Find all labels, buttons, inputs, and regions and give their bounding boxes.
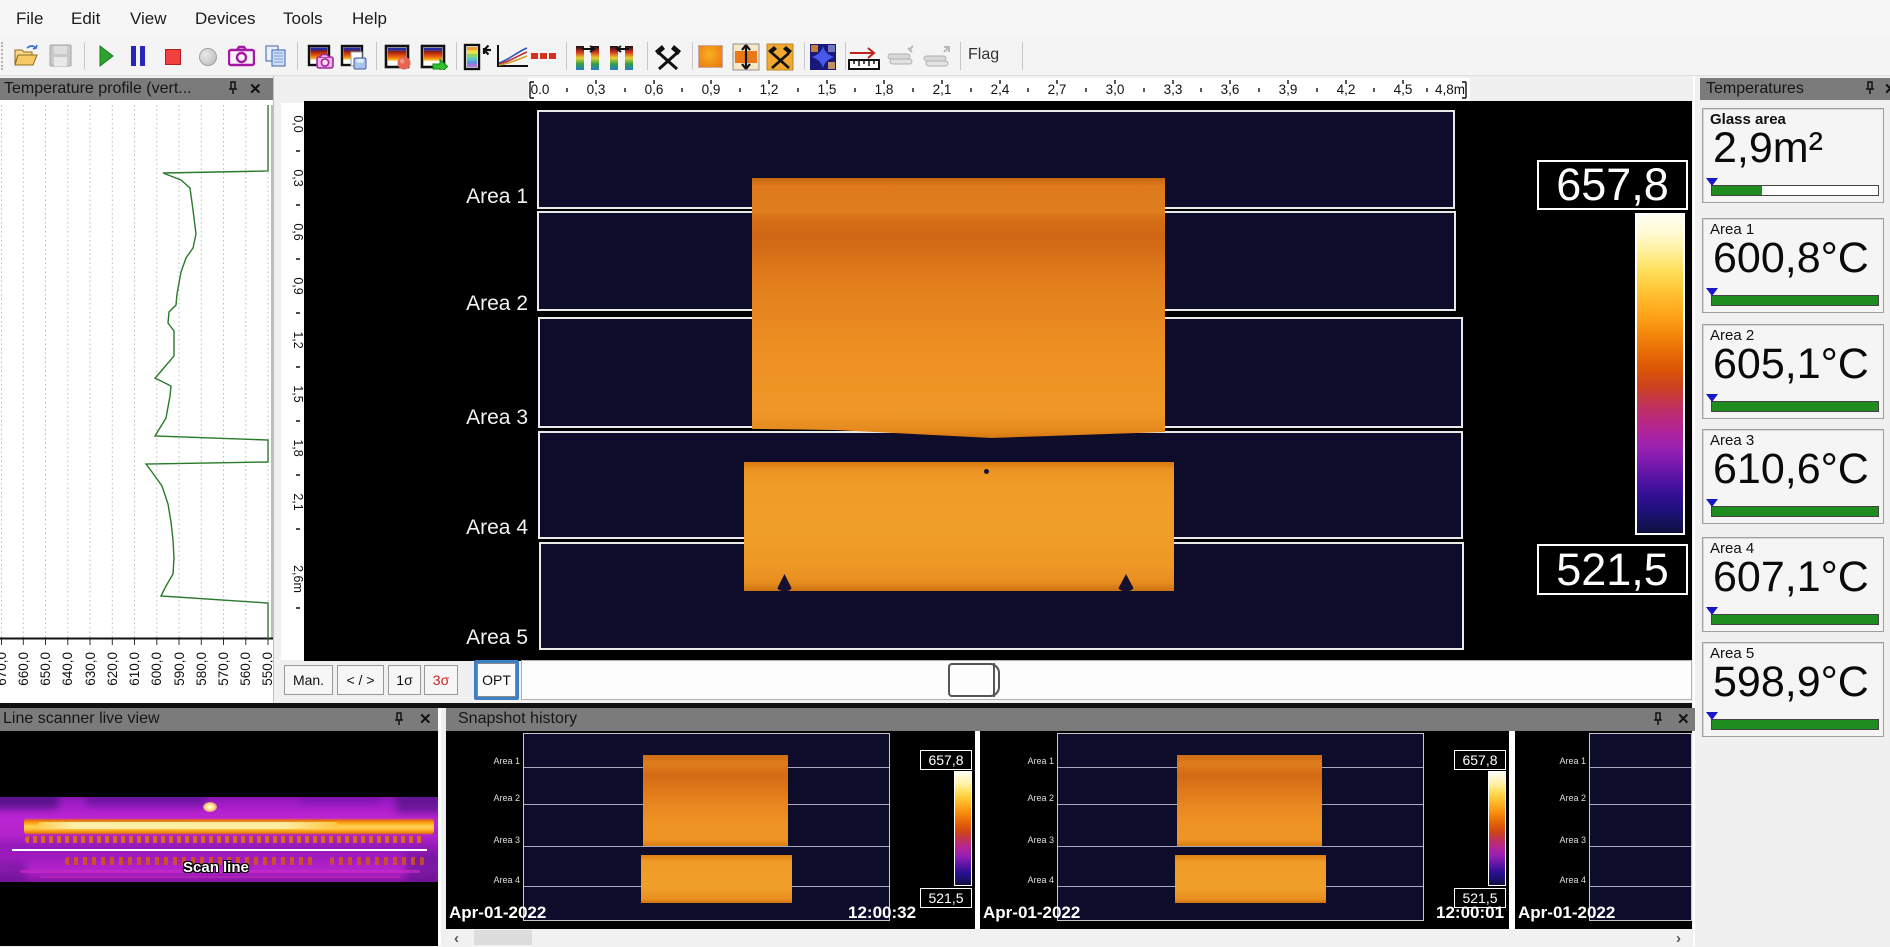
svg-text:640,0: 640,0	[60, 652, 75, 686]
svg-text:610,0: 610,0	[127, 652, 142, 686]
svg-text:3,0: 3,0	[1106, 82, 1125, 97]
svg-text:570,0: 570,0	[216, 652, 231, 686]
svg-text:600,0: 600,0	[149, 652, 164, 686]
svg-text:2,1: 2,1	[291, 493, 304, 510]
svg-text:2,1: 2,1	[933, 82, 952, 97]
svg-text:4,5: 4,5	[1394, 82, 1413, 97]
svg-text:2,6m: 2,6m	[291, 565, 304, 593]
svg-text:630,0: 630,0	[83, 652, 98, 686]
svg-text:650,0: 650,0	[38, 652, 53, 686]
svg-text:0,3: 0,3	[587, 82, 606, 97]
svg-text:560,0: 560,0	[238, 652, 253, 686]
svg-text:0,6: 0,6	[645, 82, 664, 97]
svg-text:1,8: 1,8	[875, 82, 894, 97]
svg-text:580,0: 580,0	[194, 652, 209, 686]
svg-text:1,2: 1,2	[760, 82, 779, 97]
svg-text:3,3: 3,3	[1164, 82, 1183, 97]
svg-text:0.0: 0.0	[531, 82, 550, 97]
svg-text:0,6: 0,6	[291, 223, 304, 240]
svg-text:0,3: 0,3	[291, 169, 304, 186]
svg-text:3,9: 3,9	[1279, 82, 1298, 97]
svg-text:0,0: 0,0	[291, 115, 304, 132]
svg-text:1,5: 1,5	[818, 82, 837, 97]
svg-text:4,8m: 4,8m	[1435, 82, 1465, 97]
svg-text:590,0: 590,0	[172, 652, 187, 686]
svg-text:1,5: 1,5	[291, 385, 304, 402]
svg-text:0,9: 0,9	[702, 82, 721, 97]
svg-text:660,0: 660,0	[16, 652, 31, 686]
svg-text:1,2: 1,2	[291, 331, 304, 348]
svg-text:0,9: 0,9	[291, 277, 304, 294]
svg-text:1,8: 1,8	[291, 439, 304, 456]
svg-text:4,2: 4,2	[1337, 82, 1356, 97]
svg-text:3,6: 3,6	[1221, 82, 1240, 97]
svg-text:2,4: 2,4	[991, 82, 1010, 97]
svg-text:2,7: 2,7	[1048, 82, 1067, 97]
svg-text:670,0: 670,0	[0, 652, 9, 686]
svg-text:620,0: 620,0	[105, 652, 120, 686]
